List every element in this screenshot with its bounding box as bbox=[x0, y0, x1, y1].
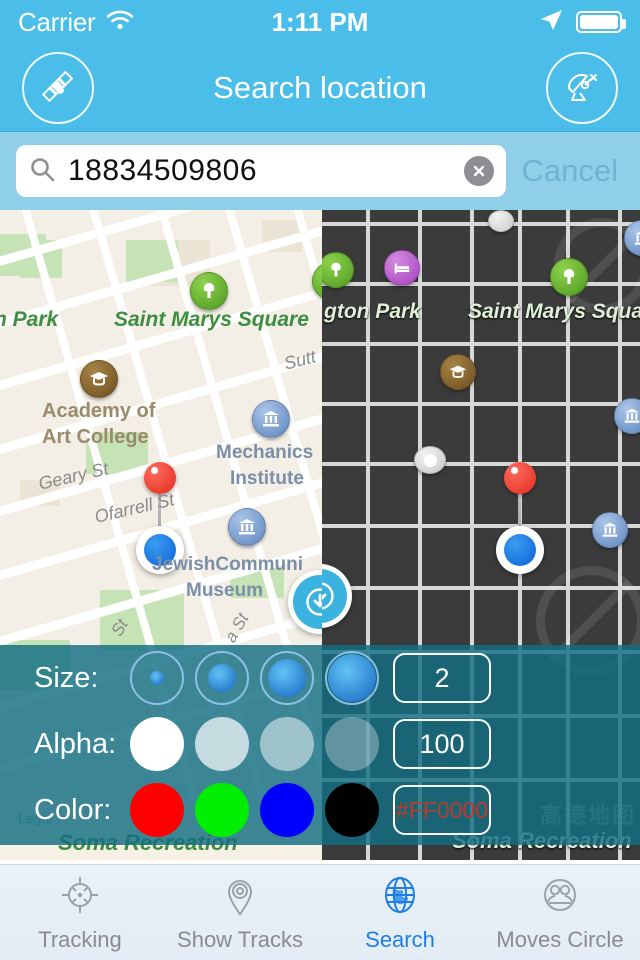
alpha-option-70[interactable] bbox=[195, 717, 249, 771]
alpha-label: Alpha: bbox=[34, 727, 117, 760]
color-options bbox=[130, 783, 379, 837]
size-option-2[interactable] bbox=[195, 651, 249, 705]
people-icon bbox=[537, 872, 583, 923]
tab-show-tracks[interactable]: Show Tracks bbox=[160, 865, 320, 960]
map-label: Sutt bbox=[281, 346, 318, 374]
poi-graduation-cap-icon[interactable] bbox=[80, 360, 118, 398]
tab-label: Tracking bbox=[38, 927, 122, 952]
clear-circle-icon[interactable] bbox=[463, 156, 494, 186]
download-circle-icon[interactable] bbox=[322, 564, 352, 628]
tab-label: Moves Circle bbox=[496, 927, 624, 952]
alpha-option-50[interactable] bbox=[260, 717, 314, 771]
color-option-green[interactable] bbox=[195, 783, 249, 837]
alpha-option-35[interactable] bbox=[325, 717, 379, 771]
satellite-dish-off-icon[interactable] bbox=[546, 51, 618, 124]
wifi-icon bbox=[105, 9, 135, 36]
size-options bbox=[130, 651, 379, 705]
battery-full-icon bbox=[576, 11, 626, 33]
color-value[interactable]: #FF0000 bbox=[393, 785, 491, 835]
alpha-options bbox=[130, 717, 379, 771]
poi-tree-icon[interactable] bbox=[550, 258, 588, 296]
size-option-3[interactable] bbox=[260, 651, 314, 705]
globe-icon bbox=[377, 872, 423, 923]
tab-tracking[interactable]: Tracking bbox=[0, 865, 160, 960]
tab-label: Search bbox=[365, 927, 435, 952]
size-label: Size: bbox=[34, 661, 99, 694]
tab-moves-circle[interactable]: Moves Circle bbox=[480, 865, 640, 960]
status-bar-right bbox=[320, 7, 626, 38]
page-title: Search location bbox=[213, 69, 427, 105]
poi-museum-icon[interactable] bbox=[252, 400, 290, 438]
nav-bar: Search location bbox=[0, 44, 640, 132]
tab-bar: Tracking Show Tracks Search Moves Circle bbox=[0, 864, 640, 960]
poi-museum-icon[interactable] bbox=[592, 512, 628, 548]
color-label: Color: bbox=[34, 793, 112, 826]
map-label: Mechanics bbox=[216, 442, 314, 463]
status-bar: Carrier 1:11 PM bbox=[0, 0, 640, 44]
map-label: Art College bbox=[42, 426, 149, 448]
color-option-red[interactable] bbox=[130, 783, 184, 837]
alpha-option-100[interactable] bbox=[130, 717, 184, 771]
poi-tree-icon[interactable] bbox=[190, 272, 228, 310]
size-value[interactable]: 2 bbox=[393, 653, 491, 703]
poi-graduation-cap-icon[interactable] bbox=[440, 354, 476, 390]
user-location-dot bbox=[496, 526, 544, 574]
poi-gray-dot-icon[interactable] bbox=[414, 446, 446, 474]
carrier-label: Carrier bbox=[18, 6, 96, 37]
map-label: Institute bbox=[230, 468, 304, 489]
alpha-row: Alpha: 100 bbox=[0, 711, 640, 777]
map-label: Saint Marys Squa bbox=[468, 300, 640, 323]
status-bar-left: Carrier bbox=[18, 7, 320, 38]
tab-search[interactable]: Search bbox=[320, 865, 480, 960]
crosshair-icon bbox=[57, 872, 103, 923]
map-label: JewishCommuni bbox=[152, 554, 303, 575]
tab-label: Show Tracks bbox=[177, 927, 303, 952]
poi-gray-dot-icon[interactable] bbox=[488, 210, 514, 232]
search-bar: 18834509806 Cancel bbox=[0, 132, 640, 210]
color-row: Color: #FF0000 bbox=[0, 777, 640, 843]
map-pin-icon bbox=[217, 872, 263, 923]
app-root: Carrier 1:11 PM Search location 18834509… bbox=[0, 0, 640, 960]
poi-bed-icon[interactable] bbox=[384, 250, 420, 286]
search-input-value: 18834509806 bbox=[68, 154, 258, 187]
map-label: n Park bbox=[0, 308, 59, 331]
cancel-button[interactable]: Cancel bbox=[512, 153, 625, 189]
map-label: gton Park bbox=[324, 300, 421, 323]
alpha-value[interactable]: 100 bbox=[393, 719, 491, 769]
search-icon bbox=[28, 155, 56, 188]
size-option-1[interactable] bbox=[130, 651, 184, 705]
color-option-black[interactable] bbox=[325, 783, 379, 837]
color-option-blue[interactable] bbox=[260, 783, 314, 837]
location-arrow-icon bbox=[538, 7, 564, 38]
size-option-4[interactable] bbox=[325, 651, 379, 705]
drawing-control-panel: Size: 2 Alpha: 100 Color: #FF0000 bbox=[0, 645, 640, 845]
satellite-icon[interactable] bbox=[22, 51, 94, 124]
map-label: Museum bbox=[186, 580, 264, 601]
search-input[interactable]: 18834509806 bbox=[16, 145, 506, 197]
map-label: Academy of bbox=[42, 400, 156, 422]
poi-museum-icon[interactable] bbox=[228, 508, 266, 546]
size-row: Size: 2 bbox=[0, 645, 640, 711]
map-label: Saint Marys Square bbox=[114, 308, 309, 331]
